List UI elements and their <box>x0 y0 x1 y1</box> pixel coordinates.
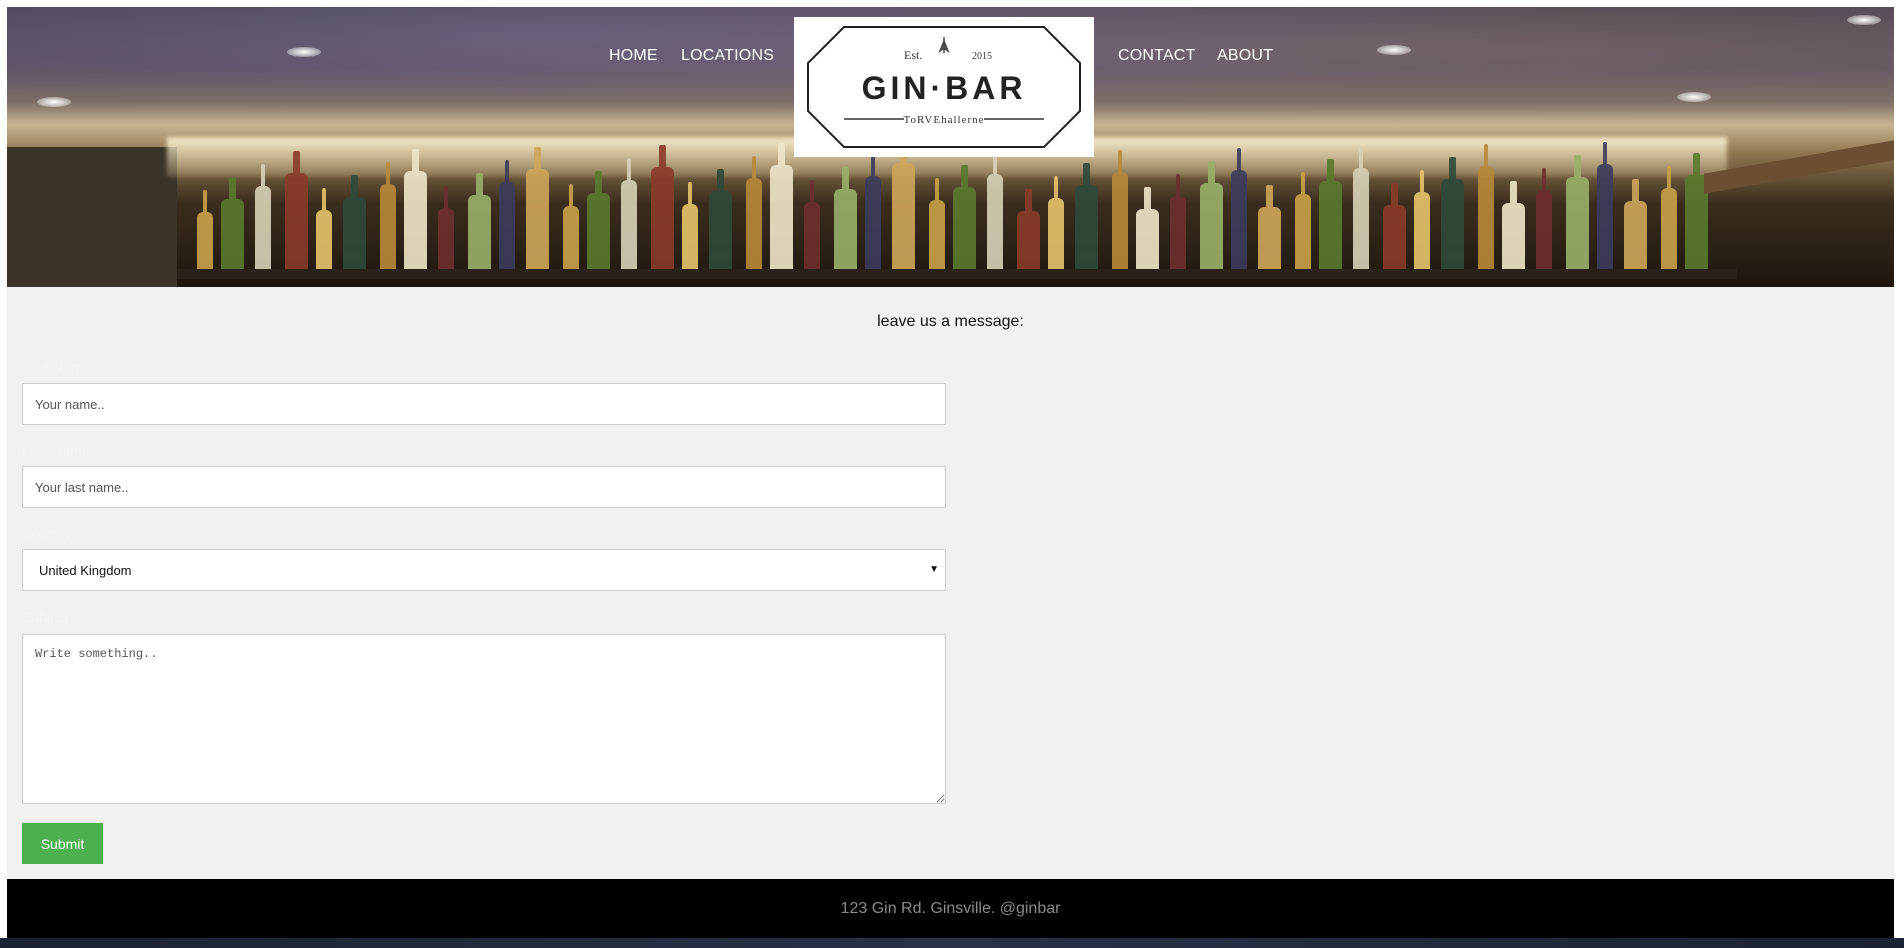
bottle <box>1383 183 1406 272</box>
logo-name: GIN·BAR <box>862 70 1027 106</box>
bottle <box>1170 174 1186 272</box>
country-select[interactable]: United Kingdom ▼ <box>22 549 946 591</box>
bottle <box>1319 159 1342 272</box>
bottle <box>892 141 915 272</box>
bottle <box>197 190 213 272</box>
last-name-label: Last Name <box>22 442 90 458</box>
first-name-label: First Name <box>22 359 91 375</box>
bottle <box>380 162 396 272</box>
form-heading: leave us a message: <box>877 313 1024 330</box>
nav-about[interactable]: ABOUT <box>1217 47 1273 65</box>
bottle <box>1597 142 1613 272</box>
bottle <box>221 177 244 272</box>
bottle <box>746 156 762 272</box>
bottle <box>621 158 637 272</box>
bottle <box>499 160 515 272</box>
bottle <box>709 169 732 272</box>
country-value: United Kingdom <box>39 562 132 578</box>
bottle <box>804 180 820 272</box>
bottle <box>285 151 308 272</box>
bottle <box>1441 157 1464 272</box>
bottle <box>1200 161 1223 272</box>
subject-textarea[interactable] <box>22 634 946 804</box>
bottle <box>953 165 976 272</box>
bottle <box>1258 185 1281 272</box>
bottle <box>255 164 271 272</box>
bottle <box>682 182 698 272</box>
nav-locations[interactable]: LOCATIONS <box>681 47 774 65</box>
bottle <box>1661 166 1677 272</box>
last-name-input[interactable] <box>22 466 946 508</box>
bottle <box>526 147 549 272</box>
bottle <box>1112 150 1128 272</box>
footer: 123 Gin Rd. Ginsville. @ginbar <box>7 879 1894 938</box>
bottle <box>468 173 491 272</box>
bottle <box>1048 176 1064 272</box>
ceiling-light <box>287 47 321 57</box>
gin-bar-logo: Est. 2015 GIN·BAR ToRVEhallerne <box>807 26 1081 148</box>
bottle <box>1353 146 1369 272</box>
bottle <box>1536 168 1552 272</box>
bottle <box>865 154 881 272</box>
subject-label: Subject <box>22 609 69 625</box>
bottle <box>404 149 427 272</box>
ceiling-light <box>1377 45 1411 55</box>
bottle <box>316 188 332 272</box>
hero-header: HOME LOCATIONS Est. 2015 GIN·BAR ToRVEha… <box>7 7 1894 287</box>
bottle <box>1414 170 1430 272</box>
bottle-shelf <box>197 137 1737 272</box>
logo-subtitle: ToRVEhallerne <box>904 114 985 126</box>
bottle <box>587 171 610 272</box>
bottle <box>1566 155 1589 272</box>
logo-year: 2015 <box>972 51 992 62</box>
ceiling-light <box>1677 92 1711 102</box>
bottle <box>1136 187 1159 272</box>
taskbar <box>0 938 1904 948</box>
bottle <box>1502 181 1525 272</box>
bottle <box>929 178 945 272</box>
bottle <box>1017 189 1040 272</box>
ceiling-light <box>37 97 71 107</box>
bottle <box>1624 179 1647 272</box>
bottle <box>438 186 454 272</box>
nav-contact[interactable]: CONTACT <box>1118 47 1196 65</box>
country-label: Country <box>22 525 72 541</box>
bottle <box>987 152 1003 272</box>
logo-est: Est. <box>904 48 922 62</box>
ceiling-light <box>1847 15 1881 25</box>
brick-wall <box>7 147 177 287</box>
bottle <box>1295 172 1311 272</box>
bottle <box>1478 144 1494 272</box>
submit-button[interactable]: Submit <box>22 823 103 864</box>
shelf <box>177 269 1737 279</box>
bottle <box>343 175 366 272</box>
bottle <box>651 145 674 272</box>
bottle <box>770 143 793 272</box>
logo[interactable]: Est. 2015 GIN·BAR ToRVEhallerne <box>794 17 1094 157</box>
bottle <box>834 167 857 272</box>
bottle <box>1075 163 1098 272</box>
bottle <box>563 184 579 272</box>
first-name-input[interactable] <box>22 383 946 425</box>
page: HOME LOCATIONS Est. 2015 GIN·BAR ToRVEha… <box>7 7 1894 938</box>
footer-text: 123 Gin Rd. Ginsville. @ginbar <box>840 899 1061 917</box>
nav-home[interactable]: HOME <box>609 47 658 65</box>
caret-down-icon: ▼ <box>929 564 939 575</box>
bottle <box>1231 148 1247 272</box>
